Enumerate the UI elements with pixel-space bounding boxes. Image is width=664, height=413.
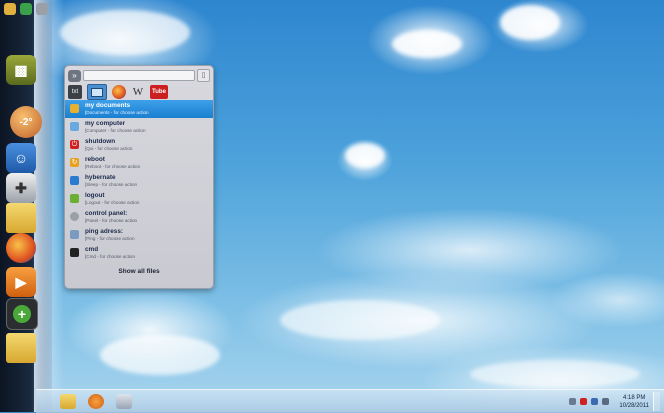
result-subtitle: [Computer - for choose action (85, 128, 146, 133)
wikipedia-tab[interactable]: W (131, 85, 145, 99)
result-title: shutdown (85, 138, 116, 145)
cloud (392, 30, 462, 58)
result-title: hybernate (85, 174, 116, 181)
paint-icon[interactable] (116, 394, 132, 409)
gamepad-icon[interactable]: ✚ (6, 173, 36, 203)
result-subtitle: [Panel - for choose action (85, 218, 138, 223)
action-center-icon[interactable] (580, 398, 588, 405)
cloud (470, 360, 640, 388)
show-all-files-link[interactable]: Show all files (65, 268, 213, 275)
search-button-icon[interactable]: ▯ (197, 69, 210, 82)
text-tab[interactable]: txt (68, 85, 82, 99)
result-title: cmd (85, 246, 99, 253)
power-icon: ⏻ (70, 140, 79, 149)
result-title: my computer (85, 120, 126, 127)
result-title: ping adress: (85, 228, 123, 235)
result-subtitle: [Documents - for choose action (85, 110, 149, 115)
weather-temperature: -2° (19, 116, 33, 128)
cloud (60, 10, 190, 55)
result-subtitle: [Qui - for choose action (85, 146, 133, 151)
system-tray: 4:18 PM 10/28/2011 (569, 392, 660, 411)
usb-drive-icon[interactable]: ▩ (6, 55, 36, 85)
result-subtitle: [Ping - for choose action (85, 236, 135, 241)
search-input[interactable] (83, 70, 195, 81)
result-item[interactable]: hybernate [Sleep - for choose action (65, 172, 213, 190)
reboot-icon: ↻ (70, 158, 79, 167)
clock[interactable]: 4:18 PM 10/28/2011 (619, 394, 649, 410)
dock-glow (34, 0, 64, 412)
cmd-icon (70, 248, 79, 257)
app-icon[interactable] (36, 3, 48, 15)
logout-icon (70, 194, 79, 203)
result-item[interactable]: ↻ reboot [Reboot - for choose action (65, 154, 213, 172)
tray-expand-icon[interactable] (569, 398, 577, 405)
hibernate-icon (70, 176, 79, 185)
taskbar: 4:18 PM 10/28/2011 (36, 389, 664, 413)
result-item[interactable]: control panel: [Panel - for choose actio… (65, 208, 213, 226)
result-subtitle: [Reboot - for choose action (85, 164, 141, 169)
dock-top-icons (4, 3, 48, 15)
media-player-icon[interactable]: ▶ (6, 267, 36, 297)
folder-icon[interactable] (6, 333, 36, 363)
search-engine-tabs: txt W Tube (68, 84, 210, 100)
monitor-icon (91, 87, 103, 97)
search-bar: » ▯ (68, 69, 210, 82)
result-title: my documents (85, 102, 131, 109)
cloud (500, 5, 560, 40)
media-player-icon[interactable] (88, 394, 104, 409)
result-item[interactable]: ping adress: [Ping - for choose action (65, 226, 213, 244)
result-item[interactable]: my documents [Documents - for choose act… (65, 100, 213, 118)
show-desktop-button[interactable] (653, 392, 660, 411)
cloud (280, 300, 440, 340)
app-icon[interactable] (4, 3, 16, 15)
firefox-icon[interactable] (6, 233, 36, 263)
folder-icon[interactable] (6, 203, 36, 233)
ping-icon (70, 230, 79, 239)
result-title: reboot (85, 156, 105, 163)
result-subtitle: [Sleep - for choose action (85, 182, 138, 187)
firefox-tab[interactable] (112, 85, 126, 99)
control-panel-icon (70, 212, 79, 221)
clock-date: 10/28/2011 (619, 402, 649, 409)
network-icon[interactable] (591, 398, 599, 405)
result-title: control panel: (85, 210, 128, 217)
result-title: logout (85, 192, 105, 199)
result-item[interactable]: ⏻ shutdown [Qui - for choose action (65, 136, 213, 154)
result-item[interactable]: cmd [Cmd - for choose action (65, 244, 213, 262)
results-list: my documents [Documents - for choose act… (65, 100, 213, 262)
clock-time: 4:18 PM (623, 394, 646, 401)
result-subtitle: [Cmd - for choose action (85, 254, 136, 259)
launcher-logo-icon[interactable]: » (68, 69, 81, 82)
result-subtitle: [Logout - for choose action (85, 200, 140, 205)
add-icon[interactable]: + (6, 298, 38, 330)
cloud (100, 335, 220, 375)
volume-icon[interactable] (602, 398, 610, 405)
computer-icon (70, 122, 79, 131)
robot-icon[interactable]: ☺ (6, 143, 36, 173)
cloud (345, 143, 385, 168)
result-item[interactable]: my computer [Computer - for choose actio… (65, 118, 213, 136)
result-item[interactable]: logout [Logout - for choose action (65, 190, 213, 208)
explorer-icon[interactable] (60, 394, 76, 409)
folder-icon (70, 104, 79, 113)
app-icon[interactable] (20, 3, 32, 15)
youtube-tab[interactable]: Tube (150, 85, 168, 99)
weather-widget-icon[interactable]: -2° (10, 106, 42, 138)
computer-tab[interactable] (87, 84, 107, 100)
launcher-panel: » ▯ txt W Tube my documents [Documents -… (64, 65, 214, 289)
